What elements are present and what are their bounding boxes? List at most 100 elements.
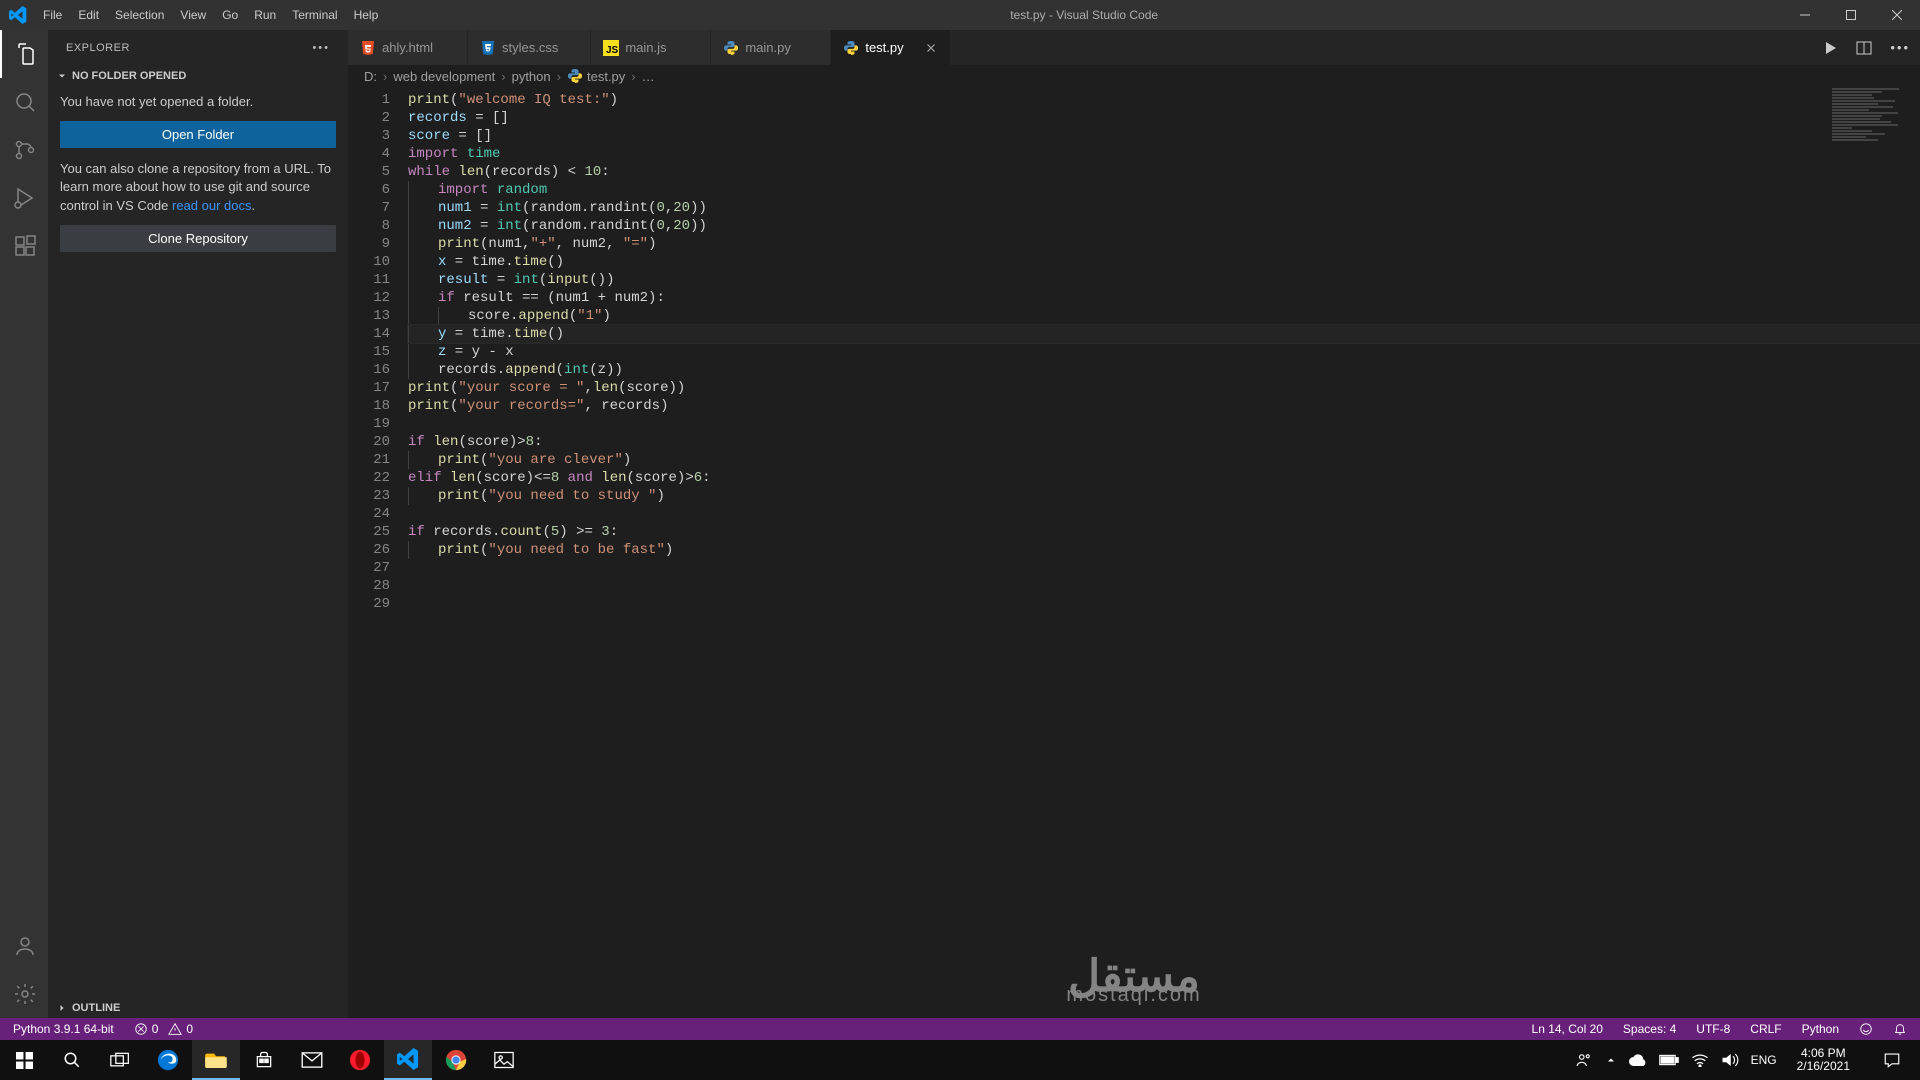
status-python-env[interactable]: Python 3.9.1 64-bit [10, 1018, 117, 1040]
activity-account-icon[interactable] [0, 922, 48, 970]
menu-edit[interactable]: Edit [70, 0, 107, 30]
code-line[interactable]: if records.count(5) >= 3: [408, 523, 1920, 541]
tab-main-py[interactable]: main.py [711, 30, 831, 65]
maximize-button[interactable] [1828, 0, 1874, 30]
code-editor[interactable]: 1234567891011121314151617181920212223242… [348, 87, 1920, 1018]
code-line[interactable]: y = time.time() [408, 325, 1920, 343]
activity-run-icon[interactable] [0, 174, 48, 222]
activity-search-icon[interactable] [0, 78, 48, 126]
editor-more-icon[interactable]: ••• [1890, 40, 1910, 55]
code-line[interactable]: records.append(int(z)) [408, 361, 1920, 379]
breadcrumb-drive[interactable]: D: [364, 69, 377, 84]
code-line[interactable]: elif len(score)<=8 and len(score)>6: [408, 469, 1920, 487]
run-python-icon[interactable] [1822, 40, 1838, 56]
code-line[interactable]: if result == (num1 + num2): [408, 289, 1920, 307]
code-line[interactable] [408, 505, 1920, 523]
code-line[interactable]: records = [] [408, 109, 1920, 127]
close-tab-icon[interactable] [924, 41, 938, 55]
open-folder-button[interactable]: Open Folder [60, 121, 336, 148]
vscode-taskbar-icon[interactable] [384, 1040, 432, 1080]
code-line[interactable]: num2 = int(random.randint(0,20)) [408, 217, 1920, 235]
taskbar-clock[interactable]: 4:06 PM 2/16/2021 [1789, 1047, 1858, 1073]
tab-ahly-html[interactable]: ahly.html [348, 30, 468, 65]
activity-settings-icon[interactable] [0, 970, 48, 1018]
code-line[interactable] [408, 559, 1920, 577]
minimap[interactable] [1820, 87, 1920, 1018]
action-center-icon[interactable] [1870, 1040, 1914, 1080]
edge-icon[interactable] [144, 1040, 192, 1080]
code-line[interactable]: while len(records) < 10: [408, 163, 1920, 181]
menu-file[interactable]: File [35, 0, 70, 30]
code-line[interactable]: num1 = int(random.randint(0,20)) [408, 199, 1920, 217]
breadcrumbs[interactable]: D: › web development › python › test.py … [348, 65, 1920, 87]
menu-help[interactable]: Help [346, 0, 387, 30]
photos-icon[interactable] [480, 1040, 528, 1080]
read-our-docs-link[interactable]: read our docs [172, 198, 252, 213]
store-icon[interactable] [240, 1040, 288, 1080]
code-line[interactable]: print(num1,"+", num2, "=") [408, 235, 1920, 253]
chrome-icon[interactable] [432, 1040, 480, 1080]
breadcrumb-folder[interactable]: python [512, 69, 551, 84]
code-line[interactable]: print("you need to be fast") [408, 541, 1920, 559]
activity-scm-icon[interactable] [0, 126, 48, 174]
activity-explorer-icon[interactable] [0, 30, 48, 78]
split-editor-icon[interactable] [1856, 40, 1872, 56]
start-button[interactable] [0, 1040, 48, 1080]
status-bell-icon[interactable] [1890, 1018, 1910, 1040]
keyboard-lang[interactable]: ENG [1751, 1053, 1777, 1067]
menu-selection[interactable]: Selection [107, 0, 172, 30]
menu-go[interactable]: Go [214, 0, 246, 30]
code-line[interactable]: print("welcome IQ test:") [408, 91, 1920, 109]
opera-icon[interactable] [336, 1040, 384, 1080]
code-line[interactable]: x = time.time() [408, 253, 1920, 271]
clone-repository-button[interactable]: Clone Repository [60, 225, 336, 252]
code-line[interactable]: if len(score)>8: [408, 433, 1920, 451]
code-line[interactable]: print("your score = ",len(score)) [408, 379, 1920, 397]
menu-terminal[interactable]: Terminal [284, 0, 345, 30]
code-line[interactable]: z = y - x [408, 343, 1920, 361]
minimize-button[interactable] [1782, 0, 1828, 30]
menu-run[interactable]: Run [246, 0, 284, 30]
tab-main-js[interactable]: JSmain.js [591, 30, 711, 65]
code-line[interactable]: import random [408, 181, 1920, 199]
people-icon[interactable] [1575, 1051, 1593, 1069]
code-line[interactable]: result = int(input()) [408, 271, 1920, 289]
menu-view[interactable]: View [172, 0, 214, 30]
tab-styles-css[interactable]: styles.css [468, 30, 591, 65]
code-line[interactable]: print("you are clever") [408, 451, 1920, 469]
wifi-icon[interactable] [1691, 1053, 1709, 1067]
code-line[interactable] [408, 577, 1920, 595]
file-explorer-icon[interactable] [192, 1040, 240, 1080]
volume-icon[interactable] [1721, 1052, 1739, 1068]
code-line[interactable]: score = [] [408, 127, 1920, 145]
status-eol[interactable]: CRLF [1747, 1018, 1784, 1040]
tray-chevron-up-icon[interactable] [1605, 1054, 1617, 1066]
code-line[interactable]: import time [408, 145, 1920, 163]
outline-section[interactable]: OUTLINE [48, 996, 348, 1018]
close-window-button[interactable] [1874, 0, 1920, 30]
taskbar-search-icon[interactable] [48, 1040, 96, 1080]
breadcrumb-file[interactable]: test.py [567, 68, 625, 84]
code-line[interactable]: print("you need to study ") [408, 487, 1920, 505]
status-indent[interactable]: Spaces: 4 [1620, 1018, 1679, 1040]
breadcrumb-dots[interactable]: … [642, 69, 655, 84]
code-line[interactable] [408, 415, 1920, 433]
status-problems[interactable]: 0 0 [131, 1018, 196, 1040]
status-feedback-icon[interactable] [1856, 1018, 1876, 1040]
status-linecol[interactable]: Ln 14, Col 20 [1529, 1018, 1606, 1040]
explorer-more-icon[interactable]: ••• [312, 42, 330, 54]
task-view-icon[interactable] [96, 1040, 144, 1080]
onedrive-icon[interactable] [1629, 1054, 1647, 1066]
code-line[interactable]: print("your records=", records) [408, 397, 1920, 415]
battery-icon[interactable] [1659, 1054, 1679, 1066]
status-language[interactable]: Python [1799, 1018, 1842, 1040]
tab-test-py[interactable]: test.py [831, 30, 951, 65]
no-folder-section[interactable]: NO FOLDER OPENED [48, 65, 348, 87]
mail-icon[interactable] [288, 1040, 336, 1080]
status-encoding[interactable]: UTF-8 [1693, 1018, 1733, 1040]
breadcrumb-folder[interactable]: web development [393, 69, 495, 84]
code-line[interactable]: score.append("1") [408, 307, 1920, 325]
code-lines[interactable]: print("welcome IQ test:")records = []sco… [408, 87, 1920, 1018]
activity-extensions-icon[interactable] [0, 222, 48, 270]
code-line[interactable] [408, 595, 1920, 613]
